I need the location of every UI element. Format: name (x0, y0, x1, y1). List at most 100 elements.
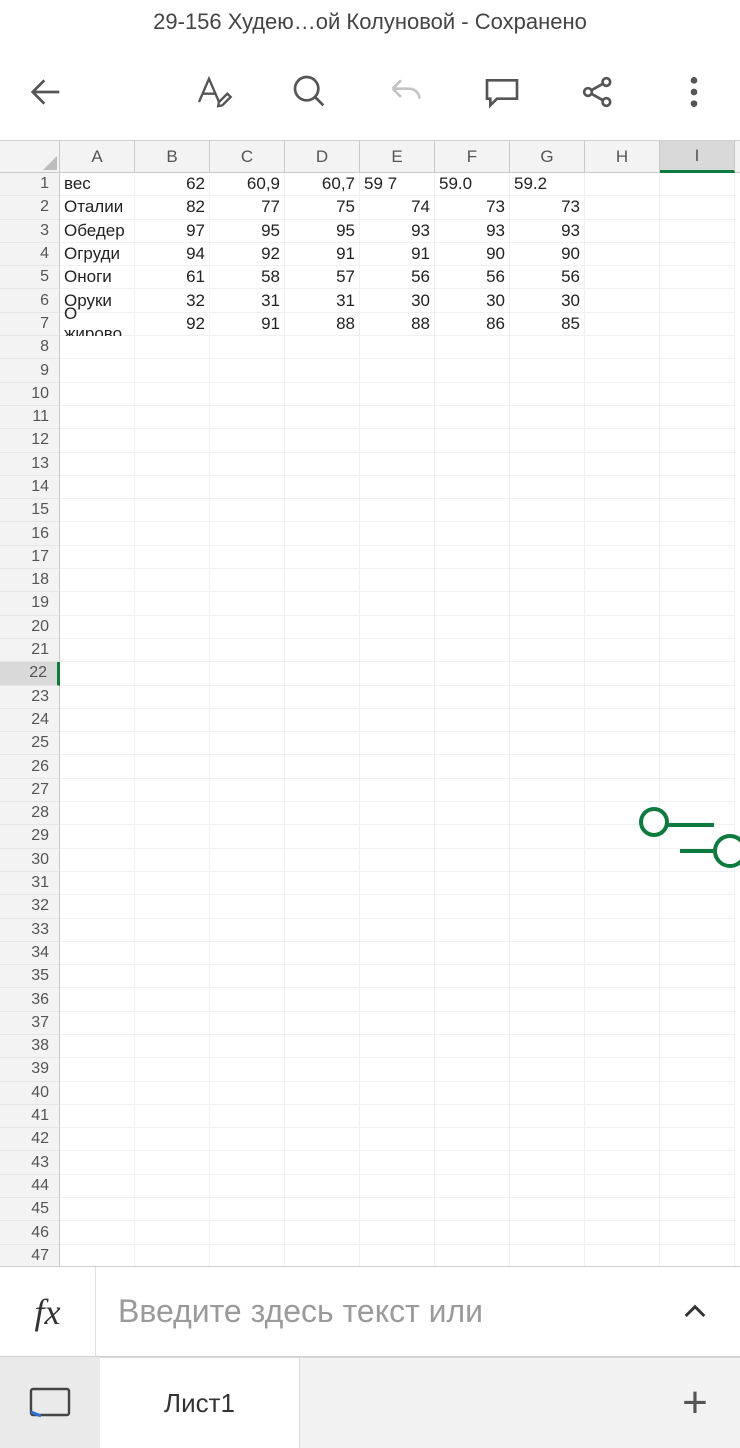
cell[interactable] (210, 406, 285, 429)
cell[interactable] (360, 592, 435, 615)
cell[interactable] (210, 383, 285, 406)
cell[interactable] (210, 476, 285, 499)
cell[interactable] (360, 1012, 435, 1035)
cell[interactable] (510, 849, 585, 872)
cell[interactable] (585, 942, 660, 965)
cell[interactable] (135, 1151, 210, 1174)
row-header[interactable]: 4 (0, 243, 60, 266)
share-button[interactable] (576, 70, 620, 114)
cell[interactable] (660, 173, 735, 196)
cell[interactable] (285, 336, 360, 359)
cell[interactable] (435, 1105, 510, 1128)
cell[interactable] (435, 732, 510, 755)
cell[interactable] (135, 1128, 210, 1151)
cell[interactable] (285, 639, 360, 662)
cell[interactable] (285, 919, 360, 942)
cell[interactable] (585, 266, 660, 289)
cell[interactable] (585, 313, 660, 336)
cell[interactable] (360, 1245, 435, 1266)
cell[interactable] (435, 872, 510, 895)
cell[interactable] (285, 732, 360, 755)
cell[interactable] (510, 662, 585, 685)
cell[interactable]: 57 (285, 266, 360, 289)
row-header[interactable]: 2 (0, 196, 60, 219)
cell[interactable] (660, 709, 735, 732)
row-header[interactable]: 46 (0, 1221, 60, 1244)
cell[interactable] (60, 592, 135, 615)
cell[interactable] (285, 802, 360, 825)
row-header[interactable]: 19 (0, 592, 60, 615)
cell[interactable] (660, 406, 735, 429)
cell[interactable] (60, 639, 135, 662)
cell[interactable] (435, 709, 510, 732)
cell[interactable] (435, 1058, 510, 1081)
cell[interactable] (60, 755, 135, 778)
row-header[interactable]: 31 (0, 872, 60, 895)
cell[interactable] (135, 1198, 210, 1221)
cell[interactable] (660, 383, 735, 406)
cell[interactable] (660, 569, 735, 592)
cell[interactable] (135, 499, 210, 522)
cell[interactable] (60, 895, 135, 918)
cell[interactable] (210, 1221, 285, 1244)
cell[interactable] (435, 895, 510, 918)
row-header[interactable]: 47 (0, 1245, 60, 1266)
cell[interactable] (510, 592, 585, 615)
cell[interactable] (135, 546, 210, 569)
cell[interactable]: 30 (360, 289, 435, 312)
cell[interactable]: 88 (285, 313, 360, 336)
cell[interactable] (660, 1035, 735, 1058)
cell[interactable] (585, 755, 660, 778)
cell[interactable] (285, 1151, 360, 1174)
cell[interactable] (210, 592, 285, 615)
cell[interactable]: 60,7 (285, 173, 360, 196)
cell[interactable] (135, 895, 210, 918)
cell[interactable] (585, 429, 660, 452)
row-header[interactable]: 30 (0, 849, 60, 872)
cell[interactable] (60, 499, 135, 522)
cell[interactable] (360, 686, 435, 709)
cell[interactable] (585, 1175, 660, 1198)
row-header[interactable]: 45 (0, 1198, 60, 1221)
cell[interactable] (660, 616, 735, 639)
cell[interactable] (360, 779, 435, 802)
cell[interactable] (210, 616, 285, 639)
row-header[interactable]: 36 (0, 988, 60, 1011)
cell[interactable] (210, 1035, 285, 1058)
cell[interactable] (585, 779, 660, 802)
cell[interactable] (360, 453, 435, 476)
cell[interactable] (660, 243, 735, 266)
row-header[interactable]: 25 (0, 732, 60, 755)
cell[interactable]: 31 (285, 289, 360, 312)
cell[interactable] (135, 616, 210, 639)
cell[interactable] (210, 965, 285, 988)
cell[interactable]: 56 (360, 266, 435, 289)
cell[interactable] (135, 336, 210, 359)
cell[interactable] (435, 592, 510, 615)
column-header[interactable]: A (60, 141, 135, 172)
cell[interactable] (60, 1128, 135, 1151)
cell[interactable] (510, 1082, 585, 1105)
cell[interactable] (135, 919, 210, 942)
cell[interactable] (435, 1221, 510, 1244)
cell[interactable] (660, 453, 735, 476)
cell[interactable] (285, 1058, 360, 1081)
cell[interactable] (435, 988, 510, 1011)
cell[interactable] (285, 546, 360, 569)
cell[interactable] (210, 1082, 285, 1105)
cell[interactable]: 30 (435, 289, 510, 312)
cell[interactable] (585, 569, 660, 592)
cell[interactable] (585, 1128, 660, 1151)
more-button[interactable] (672, 70, 716, 114)
cell[interactable] (435, 1035, 510, 1058)
cell[interactable] (510, 686, 585, 709)
column-header[interactable]: I (660, 141, 735, 173)
cell[interactable] (660, 895, 735, 918)
cell[interactable] (510, 1105, 585, 1128)
fx-icon[interactable]: fx (0, 1267, 96, 1356)
row-header[interactable]: 23 (0, 686, 60, 709)
cell[interactable] (285, 406, 360, 429)
cell[interactable] (660, 639, 735, 662)
cell[interactable] (435, 383, 510, 406)
cell[interactable] (435, 919, 510, 942)
